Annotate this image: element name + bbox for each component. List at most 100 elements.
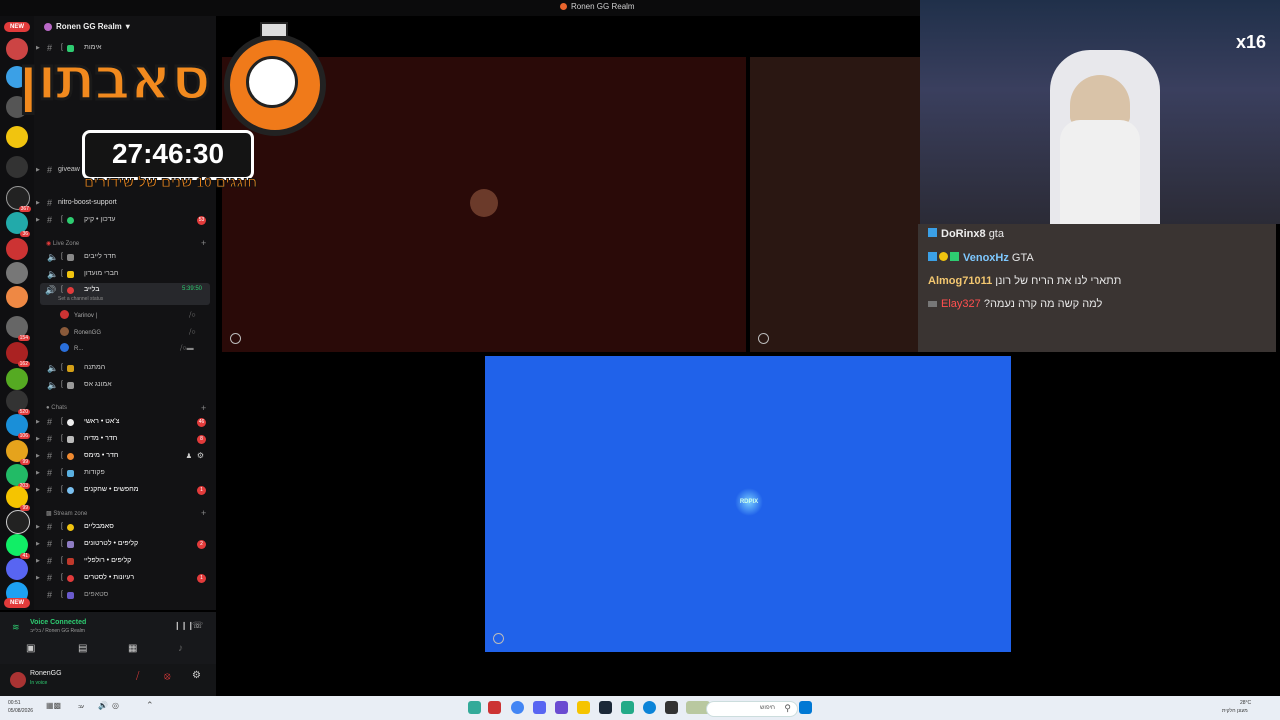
weather-temp[interactable]: 28°C <box>1240 700 1251 706</box>
screen-share-icon[interactable]: ▤ <box>78 643 87 654</box>
discord-icon[interactable] <box>533 701 546 714</box>
server-icon[interactable]: 520 <box>6 390 30 415</box>
voice-user[interactable]: Yarinov | <box>74 313 97 319</box>
network-icon[interactable]: ◎ <box>112 701 119 710</box>
deafen-icon[interactable]: ⦻ <box>164 671 171 682</box>
speaker-icon: 🔈 <box>47 252 59 262</box>
language-indicator[interactable]: עב <box>78 704 84 710</box>
badge-icon <box>939 252 948 261</box>
hourglass-icon <box>67 365 74 372</box>
server-icon[interactable]: 162 <box>6 342 30 367</box>
category-live-zone[interactable]: ◉ Live Zone + <box>46 238 206 248</box>
settings-gear-icon[interactable]: ⚙ <box>197 451 204 460</box>
channel-item[interactable]: ▶ # [ חדר • מדיה 8 <box>34 433 214 447</box>
channel-item[interactable]: ▶ # [ רעיונות • לסטרים 1 <box>34 572 214 586</box>
soundboard-icon[interactable]: ♪ <box>178 643 183 654</box>
mention-badge: 41 <box>20 553 30 559</box>
weather-text[interactable]: מעונן חלקית <box>1222 708 1248 714</box>
server-icon[interactable]: 154 <box>6 316 30 341</box>
server-icon[interactable] <box>6 558 28 580</box>
voice-user[interactable]: RonenGG <box>74 330 101 336</box>
channel-item[interactable]: ▶ # [ קליפים • רולפליי <box>34 555 214 569</box>
channel-item[interactable]: ▶ # [ מחפשים • שחקנים 1 <box>34 484 214 498</box>
active-voice-channel[interactable]: 🔊 [ בלייב 5:39:50 Set a channel status <box>40 283 210 305</box>
server-icon[interactable]: 106 <box>6 414 30 439</box>
laugh-emoji-icon <box>67 453 74 460</box>
signal-icon[interactable]: ≋ <box>12 622 20 633</box>
server-icon[interactable]: 41 <box>6 534 30 559</box>
video-tile[interactable] <box>750 57 920 352</box>
voice-user[interactable]: R... <box>74 346 83 352</box>
channel-item[interactable]: ▶ # [ קליפים • לטרטונים 2 <box>34 538 214 552</box>
clock-date[interactable]: 05/08/2026 <box>8 708 33 714</box>
channel-item[interactable]: ▶ # [ פקודות <box>34 467 214 481</box>
add-channel-icon[interactable]: + <box>201 508 206 518</box>
voice-status-channel[interactable]: בלייב / Ronen GG Realm <box>30 628 85 634</box>
badge-icon <box>950 252 959 261</box>
category-chats[interactable]: ● Chats + <box>46 403 206 413</box>
unread-badge: 46 <box>197 418 206 427</box>
hash-icon: # <box>47 417 53 427</box>
app-taskbar-icon[interactable] <box>665 701 678 714</box>
channel-item[interactable]: ▶ # [ סאמבליים <box>34 521 214 535</box>
avatar[interactable] <box>60 327 69 336</box>
search-input[interactable]: חיפוש ⚲ <box>706 701 798 717</box>
server-icon[interactable] <box>6 238 28 260</box>
server-icon[interactable] <box>6 368 28 390</box>
voice-channel-item[interactable]: 🔈 [ המתנה <box>34 362 214 376</box>
badge-icon <box>928 228 937 237</box>
channel-item[interactable]: ▶ # [ צ'אט • ראשי 46 <box>34 416 214 430</box>
app-taskbar-icon[interactable] <box>555 701 568 714</box>
voice-channel-item[interactable]: 🔈 [ אמונג אס <box>34 379 214 393</box>
channel-emoji-icon <box>67 254 74 261</box>
tray-icons[interactable]: ▦▩ <box>46 701 61 710</box>
disconnect-icon[interactable]: ☏ <box>192 620 203 631</box>
hash-icon: # <box>47 573 53 583</box>
chevron-right-icon: ▶ <box>36 575 40 581</box>
chrome-icon[interactable] <box>511 701 524 714</box>
avatar[interactable] <box>60 343 69 352</box>
chevron-up-icon[interactable]: ⌃ <box>146 700 154 711</box>
voice-channel-item[interactable]: 🔈 [ חברי מועדון <box>34 268 214 282</box>
volume-icon[interactable]: 🔊 <box>98 701 108 710</box>
category-stream-zone[interactable]: ▩ Stream zone + <box>46 508 206 518</box>
app-taskbar-icon[interactable] <box>468 701 481 714</box>
mic-muted-icon: ⧸○ <box>189 329 196 336</box>
channel-status[interactable]: Set a channel status <box>58 296 103 302</box>
voice-channel-item[interactable]: 🔈 [ חדר לייבים <box>34 251 214 265</box>
activities-icon[interactable]: ▦ <box>128 643 137 654</box>
windows-start-icon[interactable] <box>799 701 812 714</box>
server-icon[interactable] <box>6 262 28 284</box>
server-icon[interactable]: 99 <box>6 440 30 465</box>
edge-icon[interactable] <box>643 701 656 714</box>
camera-off-icon[interactable]: ▣ <box>26 643 35 654</box>
channel-item[interactable]: ▶ # [ עדכון • קיק 53 <box>34 214 214 228</box>
server-icon[interactable] <box>6 286 28 308</box>
server-icon[interactable]: 203 <box>6 464 30 489</box>
file-explorer-icon[interactable] <box>577 701 590 714</box>
avatar[interactable] <box>10 672 26 688</box>
streamer-webcam: x16 <box>920 0 1280 224</box>
add-channel-icon[interactable]: + <box>201 403 206 413</box>
chat-message: Almog71011 תתארי לנו את הריח של רונן <box>928 275 1122 287</box>
mic-muted-icon[interactable]: ⧸ <box>136 671 139 682</box>
invite-icon[interactable]: ♟ <box>186 452 192 460</box>
steam-icon[interactable] <box>599 701 612 714</box>
film-icon <box>67 541 74 548</box>
camera-icon <box>67 436 74 443</box>
mic-muted-icon: ⧸○ <box>189 312 196 319</box>
video-tile[interactable]: RDPIX <box>485 356 1011 652</box>
channel-item[interactable]: ▶ # [ חדר • מימס ⚙ ♟ <box>34 450 214 464</box>
server-icon[interactable]: 99 <box>6 486 30 511</box>
avatar[interactable] <box>60 310 69 319</box>
add-channel-icon[interactable]: + <box>201 238 206 248</box>
app-taskbar-icon[interactable] <box>621 701 634 714</box>
clock-time[interactable]: 00:51 <box>8 700 21 706</box>
settings-gear-icon[interactable]: ⚙ <box>192 670 201 681</box>
server-icon[interactable] <box>6 510 30 534</box>
channel-item[interactable]: # [ סטאפים <box>34 589 214 603</box>
username[interactable]: RonenGG <box>30 670 62 677</box>
server-icon[interactable]: 36 <box>6 212 30 237</box>
app-taskbar-icon[interactable] <box>488 701 501 714</box>
chevron-right-icon: ▶ <box>36 453 40 459</box>
